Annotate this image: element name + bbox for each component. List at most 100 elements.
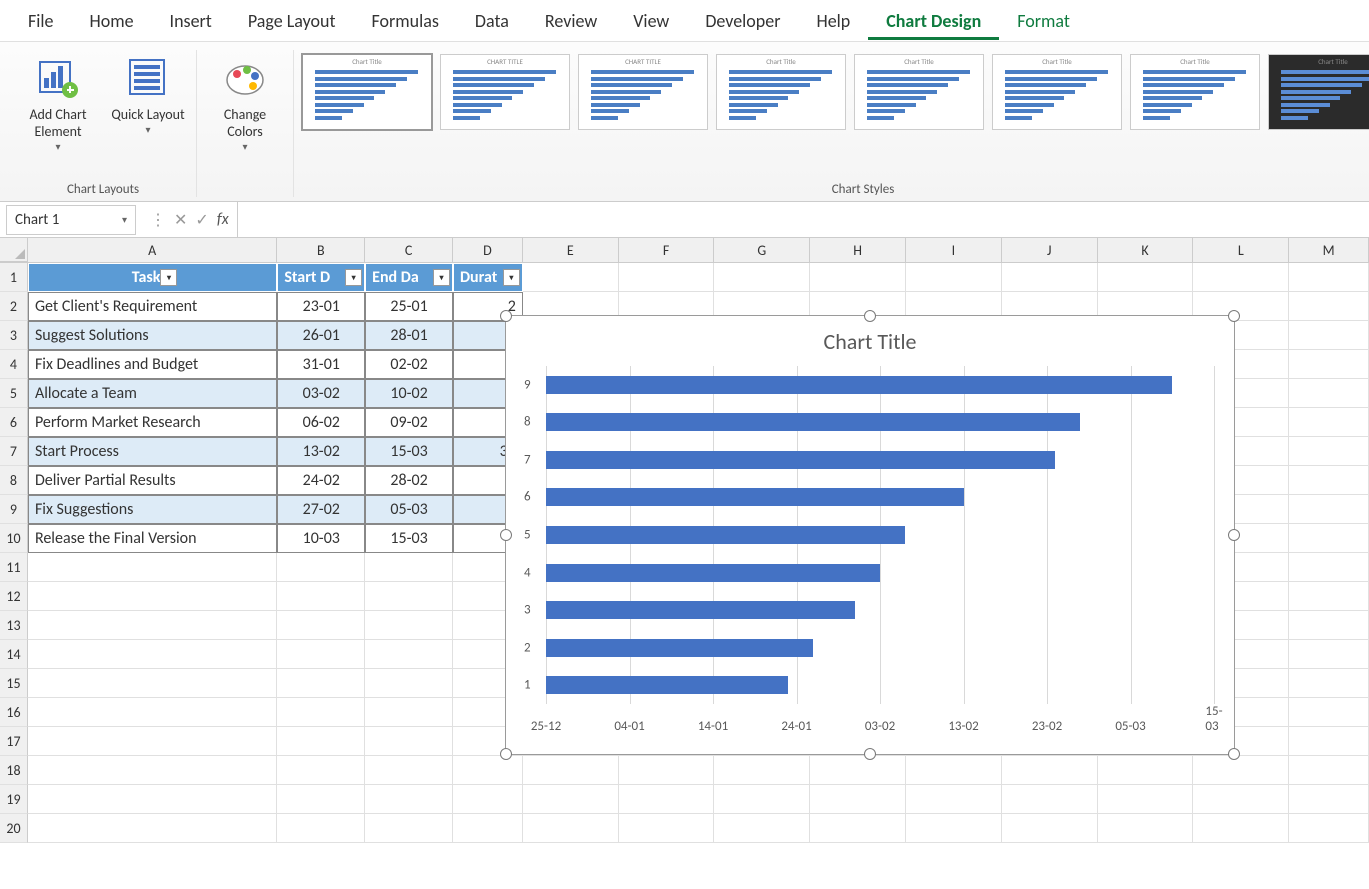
cell-B3[interactable]: 26-01 — [277, 321, 365, 350]
resize-handle-ne[interactable] — [1228, 310, 1240, 322]
cell-I18[interactable] — [906, 756, 1002, 785]
add-chart-element-button[interactable]: Add Chart Element ▾ — [18, 50, 98, 153]
cell-B12[interactable] — [277, 582, 365, 611]
cell-G1[interactable] — [714, 263, 810, 292]
cell-M2[interactable] — [1289, 292, 1369, 321]
cell-A5[interactable]: Allocate a Team — [28, 379, 277, 408]
resize-handle-e[interactable] — [1228, 529, 1240, 541]
cell-G19[interactable] — [714, 785, 810, 814]
resize-handle-nw[interactable] — [500, 310, 512, 322]
cell-A2[interactable]: Get Client's Requirement — [28, 292, 277, 321]
cell-E19[interactable] — [523, 785, 619, 814]
cell-F19[interactable] — [619, 785, 715, 814]
cell-B20[interactable] — [277, 814, 365, 843]
tab-developer[interactable]: Developer — [687, 2, 798, 40]
cell-B10[interactable]: 10-03 — [277, 524, 365, 553]
cell-M13[interactable] — [1289, 611, 1369, 640]
row-header-4[interactable]: 4 — [0, 350, 28, 379]
cell-A1[interactable]: Task▾ — [28, 263, 277, 292]
row-header-18[interactable]: 18 — [0, 756, 28, 785]
ellipsis-icon[interactable]: ⋮ — [150, 210, 166, 230]
cell-A10[interactable]: Release the Final Version — [28, 524, 277, 553]
confirm-icon[interactable]: ✓ — [195, 210, 208, 230]
cell-H19[interactable] — [810, 785, 906, 814]
bar-series1-9[interactable] — [546, 376, 1172, 394]
chart-style-thumb-2[interactable]: CHART TITLE — [440, 54, 570, 130]
cell-C4[interactable]: 02-02 — [365, 350, 453, 379]
row-header-20[interactable]: 20 — [0, 814, 28, 843]
col-header-J[interactable]: J — [1002, 238, 1098, 262]
cell-M20[interactable] — [1289, 814, 1369, 843]
col-header-C[interactable]: C — [365, 238, 453, 262]
cell-J20[interactable] — [1002, 814, 1098, 843]
cell-M19[interactable] — [1289, 785, 1369, 814]
col-header-D[interactable]: D — [453, 238, 523, 262]
cell-B8[interactable]: 24-02 — [277, 466, 365, 495]
bar-series1-6[interactable] — [546, 488, 964, 506]
quick-layout-button[interactable]: Quick Layout ▾ — [108, 50, 188, 136]
filter-button-end-da[interactable]: ▾ — [433, 269, 450, 286]
cell-L20[interactable] — [1193, 814, 1289, 843]
cell-C20[interactable] — [365, 814, 453, 843]
resize-handle-se[interactable] — [1228, 748, 1240, 760]
bar-series1-7[interactable] — [546, 451, 1055, 469]
cell-C12[interactable] — [365, 582, 453, 611]
cell-J18[interactable] — [1002, 756, 1098, 785]
cell-C6[interactable]: 09-02 — [365, 408, 453, 437]
chart-style-thumb-7[interactable]: Chart Title — [1130, 54, 1260, 130]
row-header-7[interactable]: 7 — [0, 437, 28, 466]
cell-A12[interactable] — [28, 582, 277, 611]
bar-series1-2[interactable] — [546, 639, 813, 657]
cell-C2[interactable]: 25-01 — [365, 292, 453, 321]
chart-style-thumb-4[interactable]: Chart Title — [716, 54, 846, 130]
chevron-down-icon[interactable]: ▾ — [122, 213, 127, 226]
tab-chart-design[interactable]: Chart Design — [868, 2, 999, 40]
cancel-icon[interactable]: ✕ — [174, 210, 187, 230]
bar-series1-4[interactable] — [546, 564, 880, 582]
cell-M17[interactable] — [1289, 727, 1369, 756]
row-header-12[interactable]: 12 — [0, 582, 28, 611]
cell-D1[interactable]: Durat▾ — [453, 263, 523, 292]
cell-F1[interactable] — [619, 263, 715, 292]
row-header-16[interactable]: 16 — [0, 698, 28, 727]
cell-M12[interactable] — [1289, 582, 1369, 611]
cell-C1[interactable]: End Da▾ — [365, 263, 453, 292]
col-header-E[interactable]: E — [523, 238, 619, 262]
cell-K20[interactable] — [1098, 814, 1194, 843]
tab-page-layout[interactable]: Page Layout — [230, 2, 354, 40]
row-header-19[interactable]: 19 — [0, 785, 28, 814]
cell-B4[interactable]: 31-01 — [277, 350, 365, 379]
cell-B18[interactable] — [277, 756, 365, 785]
bar-series1-3[interactable] — [546, 601, 855, 619]
cell-C8[interactable]: 28-02 — [365, 466, 453, 495]
cell-L18[interactable] — [1193, 756, 1289, 785]
cell-I20[interactable] — [906, 814, 1002, 843]
cell-A6[interactable]: Perform Market Research — [28, 408, 277, 437]
cell-B15[interactable] — [277, 669, 365, 698]
row-header-8[interactable]: 8 — [0, 466, 28, 495]
change-colors-button[interactable]: Change Colors ▾ — [205, 50, 285, 153]
bar-series1-5[interactable] — [546, 526, 905, 544]
cell-A11[interactable] — [28, 553, 277, 582]
cell-L1[interactable] — [1193, 263, 1289, 292]
chart-style-thumb-5[interactable]: Chart Title — [854, 54, 984, 130]
cell-K1[interactable] — [1098, 263, 1194, 292]
cell-F18[interactable] — [619, 756, 715, 785]
cell-M10[interactable] — [1289, 524, 1369, 553]
col-header-K[interactable]: K — [1098, 238, 1194, 262]
cell-M9[interactable] — [1289, 495, 1369, 524]
tab-data[interactable]: Data — [457, 2, 527, 40]
cell-A13[interactable] — [28, 611, 277, 640]
row-header-9[interactable]: 9 — [0, 495, 28, 524]
cell-G20[interactable] — [714, 814, 810, 843]
cell-A20[interactable] — [28, 814, 277, 843]
cell-D20[interactable] — [453, 814, 523, 843]
bar-series1-8[interactable] — [546, 413, 1080, 431]
cell-C16[interactable] — [365, 698, 453, 727]
row-header-15[interactable]: 15 — [0, 669, 28, 698]
cell-M18[interactable] — [1289, 756, 1369, 785]
cell-C17[interactable] — [365, 727, 453, 756]
plot-area[interactable]: 25-1204-0114-0124-0103-0213-0223-0205-03… — [546, 366, 1214, 704]
cell-A3[interactable]: Suggest Solutions — [28, 321, 277, 350]
cell-B13[interactable] — [277, 611, 365, 640]
